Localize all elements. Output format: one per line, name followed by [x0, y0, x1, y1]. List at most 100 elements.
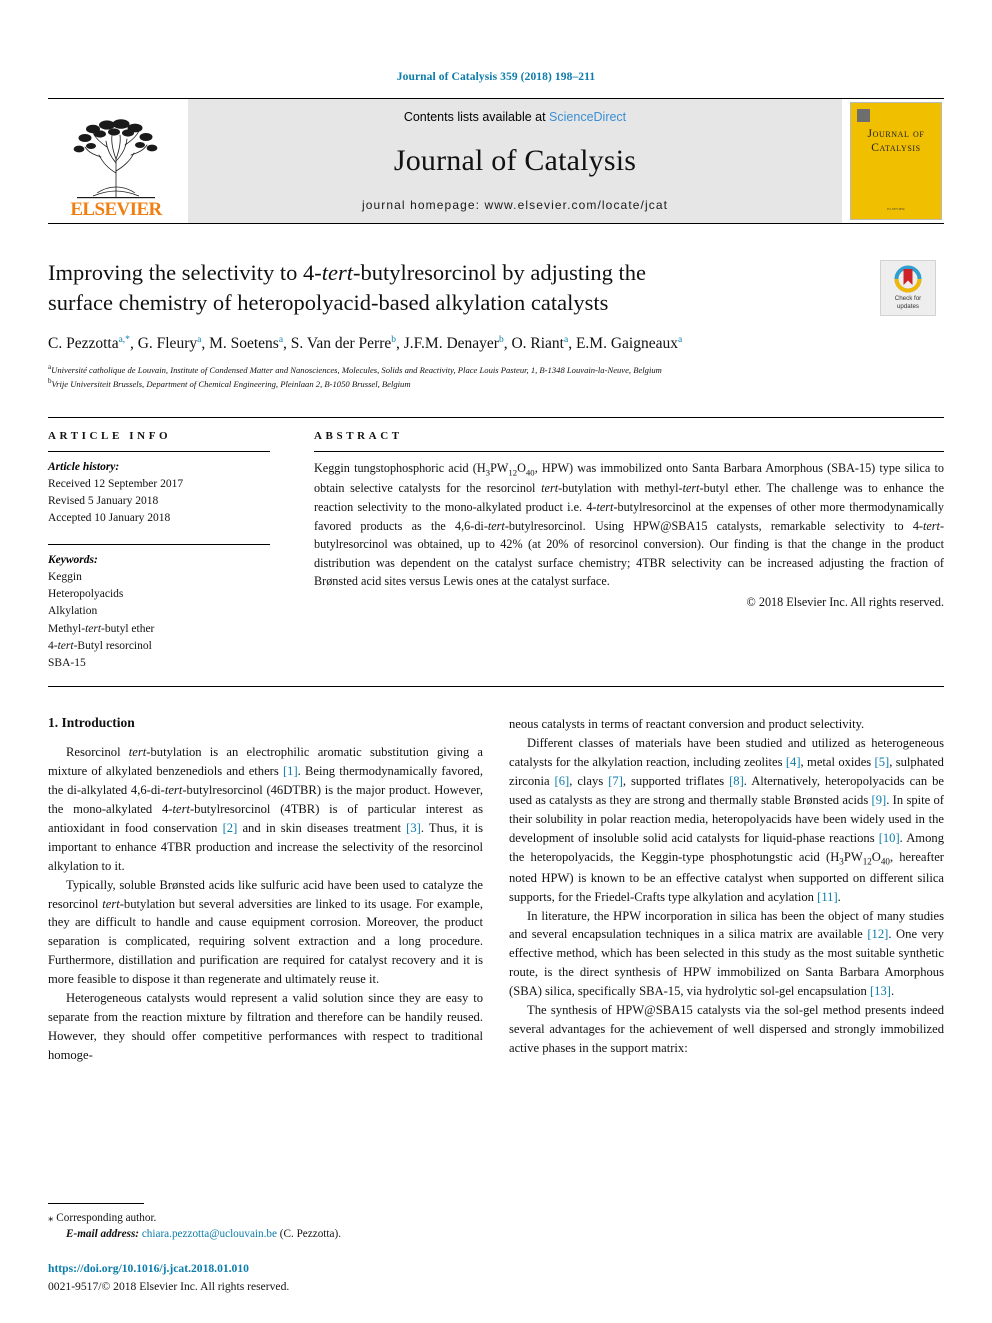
crossmark-label-line2: updates	[896, 302, 919, 310]
ref-3[interactable]: [3]	[406, 821, 421, 835]
body-column-right: neous catalysts in terms of reactant con…	[509, 715, 944, 1064]
crossmark-label: Check for updates	[895, 295, 921, 311]
author-5-name: O. Riant	[511, 334, 564, 352]
author-6: E.M. Gaigneauxa	[576, 335, 682, 352]
journal-cover-thumbnail: Journal of Catalysis ELSEVIER	[848, 99, 944, 223]
author-3-sup[interactable]: b	[391, 335, 396, 345]
author-2: M. Soetensa	[209, 335, 283, 352]
article-history-revised: Revised 5 January 2018	[48, 495, 159, 508]
author-4: J.F.M. Denayerb	[404, 335, 504, 352]
journal-masthead: ELSEVIER Contents lists available at Sci…	[48, 97, 944, 224]
issn-copyright-line: 0021-9517/© 2018 Elsevier Inc. All right…	[48, 1279, 290, 1293]
doi-link[interactable]: https://doi.org/10.1016/j.jcat.2018.01.0…	[48, 1260, 478, 1277]
crossmark-badge[interactable]: Check for updates	[880, 259, 936, 316]
paragraph-intro-1: Resorcinol tert-butylation is an electro…	[48, 745, 483, 873]
author-3-name: S. Van der Perre	[290, 334, 392, 352]
article-title: Improving the selectivity to 4-tert-buty…	[48, 258, 824, 318]
author-4-name: J.F.M. Denayer	[403, 334, 499, 352]
abs-p8: -butylresorcinol. Using HPW@SBA15 cataly…	[504, 518, 923, 533]
ref-8[interactable]: [8]	[729, 774, 744, 788]
journal-title: Journal of Catalysis	[393, 143, 637, 177]
paper-page: Journal of Catalysis 359 (2018) 198–211	[0, 0, 992, 1323]
keyword-4: 4-tert-Butyl resorcinol	[48, 639, 152, 652]
author-2-name: M. Soetens	[209, 334, 279, 352]
info-abstract-band: ARTICLE INFO Article history: Received 1…	[48, 416, 944, 688]
ref-12[interactable]: [12]	[867, 927, 888, 941]
crossmark-label-line1: Check for	[894, 294, 922, 302]
corresponding-author-text: Corresponding author.	[56, 1211, 157, 1224]
email-link[interactable]: chiara.pezzotta@uclouvain.be	[142, 1228, 277, 1240]
paragraph-intro-5: Different classes of materials have been…	[509, 736, 944, 904]
cover-footer: ELSEVIER	[887, 206, 905, 211]
abstract-heading: ABSTRACT	[314, 429, 403, 442]
sciencedirect-link[interactable]: ScienceDirect	[549, 110, 626, 124]
paragraph-intro-3: Heterogeneous catalysts would represent …	[48, 991, 483, 1062]
article-history-received: Received 12 September 2017	[48, 477, 184, 490]
author-1-name: G. Fleury	[137, 334, 198, 352]
cover-title: Journal of Catalysis	[851, 127, 941, 156]
author-1-sup[interactable]: a	[197, 335, 201, 345]
abs-i3: tert	[596, 500, 614, 515]
body-columns: 1. Introduction Resorcinol tert-butylati…	[48, 715, 944, 1064]
email-label: E-mail address:	[66, 1228, 140, 1241]
article-history-label: Article history:	[48, 460, 120, 473]
cover-inner: Journal of Catalysis ELSEVIER	[850, 101, 942, 220]
abs-p2: PW	[490, 460, 509, 475]
contents-prefix: Contents lists available at	[403, 109, 550, 124]
keyword-0: Keggin	[48, 570, 82, 583]
ref-6[interactable]: [6]	[555, 774, 570, 788]
corresponding-author-star: ⁎	[48, 1211, 54, 1224]
author-list: C. Pezzottaa,*, G. Fleurya, M. Soetensa,…	[48, 334, 683, 352]
author-3: S. Van der Perreb	[291, 335, 396, 352]
ref-10[interactable]: [10]	[879, 831, 900, 845]
abstract-copyright: © 2018 Elsevier Inc. All rights reserved…	[746, 594, 944, 609]
affiliation-1-text: Vrije Universiteit Brussels, Department …	[51, 379, 411, 390]
author-6-sup[interactable]: a	[678, 335, 682, 345]
email-line: E-mail address: chiara.pezzotta@uclouvai…	[48, 1226, 478, 1243]
ref-5[interactable]: [5]	[875, 755, 890, 769]
contents-available-line: Contents lists available at ScienceDirec…	[404, 110, 626, 124]
ref-4[interactable]: [4]	[786, 755, 801, 769]
keywords-rule	[48, 543, 270, 545]
author-4-sup[interactable]: b	[499, 335, 504, 345]
cover-elsevier-icon	[857, 108, 870, 122]
article-info-column: ARTICLE INFO Article history: Received 1…	[48, 430, 292, 673]
author-6-name: E.M. Gaigneaux	[575, 334, 678, 352]
abs-i1: tert	[541, 481, 559, 496]
abstract-rule	[314, 450, 944, 452]
keyword-3: Methyl-tert-butyl ether	[48, 622, 155, 635]
ref-2[interactable]: [2]	[223, 821, 238, 835]
running-head: Journal of Catalysis 359 (2018) 198–211	[396, 71, 596, 83]
title-block: Improving the selectivity to 4-tert-buty…	[48, 258, 944, 318]
title-line1-pre: Improving the selectivity to 4-	[48, 259, 322, 285]
abs-sub3: 40	[525, 467, 535, 478]
elsevier-wordmark: ELSEVIER	[70, 198, 162, 220]
title-line1-post: -butylresorcinol by adjusting the	[352, 259, 647, 285]
author-2-sup[interactable]: a	[279, 335, 283, 345]
affiliations: aUniversité catholique de Louvain, Insti…	[48, 362, 944, 391]
ref-1[interactable]: [1]	[283, 764, 298, 778]
ref-11[interactable]: [11]	[817, 890, 838, 904]
abs-i4: tert	[487, 518, 505, 533]
ref-9[interactable]: [9]	[872, 793, 887, 807]
keyword-2: Alkylation	[48, 605, 98, 618]
body-column-left: 1. Introduction Resorcinol tert-butylati…	[48, 715, 483, 1064]
author-5: O. Rianta	[511, 335, 568, 352]
ref-7[interactable]: [7]	[608, 774, 623, 788]
journal-homepage-line[interactable]: journal homepage: www.elsevier.com/locat…	[362, 198, 668, 212]
ref-13[interactable]: [13]	[870, 984, 891, 998]
abs-i5: tert	[923, 518, 940, 533]
article-info-rule	[48, 450, 270, 452]
author-5-sup[interactable]: a	[564, 335, 568, 345]
article-history-accepted: Accepted 10 January 2018	[48, 512, 171, 525]
author-0-sup[interactable]: a,*	[119, 335, 130, 345]
masthead-center: Contents lists available at ScienceDirec…	[188, 98, 842, 223]
elsevier-logo: ELSEVIER	[48, 99, 184, 223]
crossmark-icon	[894, 265, 922, 293]
author-1: G. Fleurya	[138, 335, 202, 352]
author-0: C. Pezzottaa,*	[48, 335, 130, 352]
abstract-column: ABSTRACT Keggin tungstophosphoric acid (…	[292, 430, 944, 673]
keyword-1: Heteropolyacids	[48, 588, 124, 601]
footnote-rule	[48, 1202, 144, 1204]
email-suffix: (C. Pezzotta).	[279, 1228, 341, 1241]
